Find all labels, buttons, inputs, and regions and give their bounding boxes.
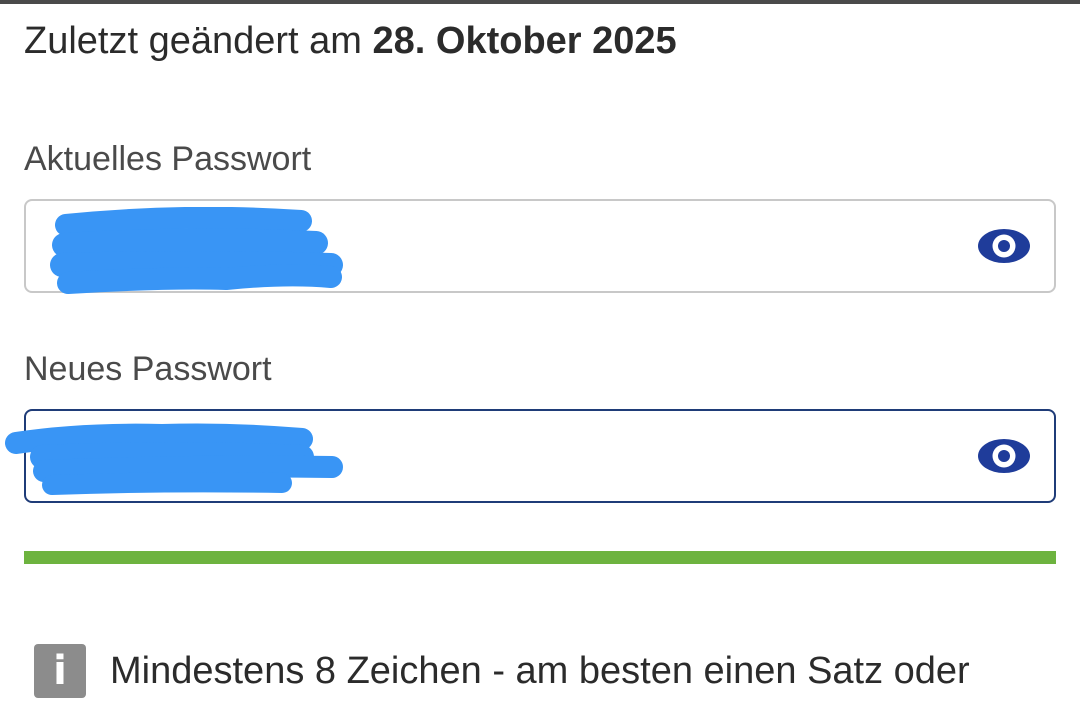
eye-icon [978,229,1030,263]
new-password-input[interactable] [5,409,1056,503]
info-icon: i [34,644,86,698]
password-strength-fill [24,551,1056,564]
eye-icon [978,439,1030,473]
current-password-label: Aktuelles Passwort [24,140,312,178]
toggle-visibility-button[interactable] [972,434,1036,478]
last-changed-date: 28. Oktober 2025 [372,20,677,62]
password-change-form: Zuletzt geändert am 28. Oktober 2025 Akt… [0,0,1080,701]
last-changed-text: Zuletzt geändert am 28. Oktober 2025 [24,18,677,64]
password-strength-bar [24,551,1056,564]
last-changed-prefix: Zuletzt geändert am [24,20,373,62]
password-hint: i Mindestens 8 Zeichen - am besten einen… [34,644,970,698]
new-password-label: Neues Passwort [24,350,272,388]
redaction-scribble [5,423,343,495]
password-hint-text: Mindestens 8 Zeichen - am besten einen S… [110,650,970,692]
redaction-scribble [50,207,343,294]
toggle-visibility-button[interactable] [972,224,1036,268]
top-divider [0,0,1080,4]
current-password-input[interactable] [24,199,1056,294]
